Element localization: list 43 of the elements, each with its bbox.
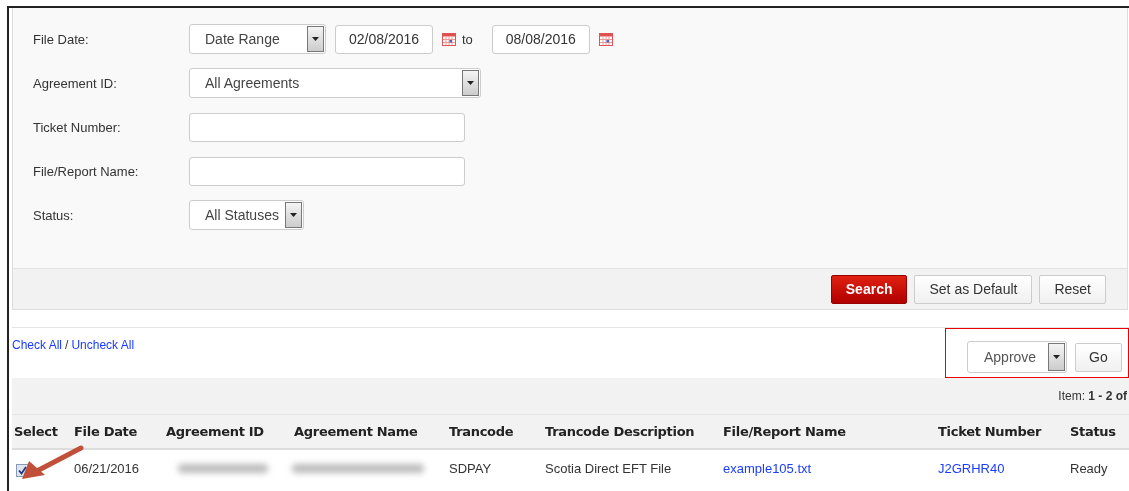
column-header: Agreement ID bbox=[166, 424, 265, 439]
search-button[interactable]: Search bbox=[830, 274, 908, 304]
caret-icon bbox=[290, 213, 297, 217]
column-header: Select bbox=[14, 424, 59, 439]
range-separator: to bbox=[462, 31, 473, 47]
column-header: File/Report Name bbox=[723, 424, 847, 439]
table-cell: 06/21/2016 bbox=[74, 460, 140, 476]
action-dropdown[interactable]: Approve bbox=[967, 341, 1067, 373]
field-label: Agreement ID: bbox=[33, 75, 118, 91]
caret-icon bbox=[312, 37, 319, 41]
input-field[interactable] bbox=[189, 112, 465, 142]
column-header: Status bbox=[1070, 424, 1117, 439]
table-link[interactable]: J2GRHR40 bbox=[938, 460, 1005, 476]
check-all-link[interactable]: Check All bbox=[12, 338, 63, 352]
caret-icon bbox=[1053, 355, 1060, 359]
date-field[interactable]: 02/08/2016 bbox=[335, 24, 433, 54]
field-label: File Date: bbox=[33, 31, 90, 47]
separator: / bbox=[65, 338, 69, 352]
field-label: Ticket Number: bbox=[33, 119, 122, 135]
action-button[interactable]: Reset bbox=[1039, 274, 1106, 304]
table-link[interactable]: example105.txt bbox=[723, 460, 812, 476]
caret-icon bbox=[467, 81, 474, 85]
date-field[interactable]: 08/08/2016 bbox=[491, 24, 590, 54]
column-header: Trancode Description bbox=[545, 424, 696, 439]
dropdown[interactable]: All Agreements bbox=[189, 68, 481, 98]
column-header: Ticket Number bbox=[938, 424, 1043, 439]
field-label: File/Report Name: bbox=[33, 163, 140, 179]
item-count: Item: 1 - 2 of bbox=[1058, 389, 1127, 403]
input-field[interactable] bbox=[189, 156, 465, 186]
column-header: Trancode bbox=[449, 424, 515, 439]
calendar-icon[interactable] bbox=[442, 32, 456, 46]
field-label: Status: bbox=[33, 207, 75, 223]
uncheck-all-link[interactable]: Uncheck All bbox=[71, 338, 135, 352]
table-cell: Ready bbox=[1070, 460, 1108, 476]
table-cell: SDPAY bbox=[449, 460, 492, 476]
go-button[interactable]: Go bbox=[1075, 342, 1122, 372]
calendar-icon[interactable] bbox=[598, 32, 613, 46]
table-cell: Scotia Direct EFT File bbox=[545, 460, 672, 476]
column-header: Agreement Name bbox=[294, 424, 419, 439]
dropdown[interactable]: All Statuses bbox=[189, 200, 304, 230]
column-header: File Date bbox=[74, 424, 139, 439]
dropdown[interactable]: Date Range bbox=[189, 24, 326, 54]
action-button[interactable]: Set as Default bbox=[914, 274, 1033, 304]
